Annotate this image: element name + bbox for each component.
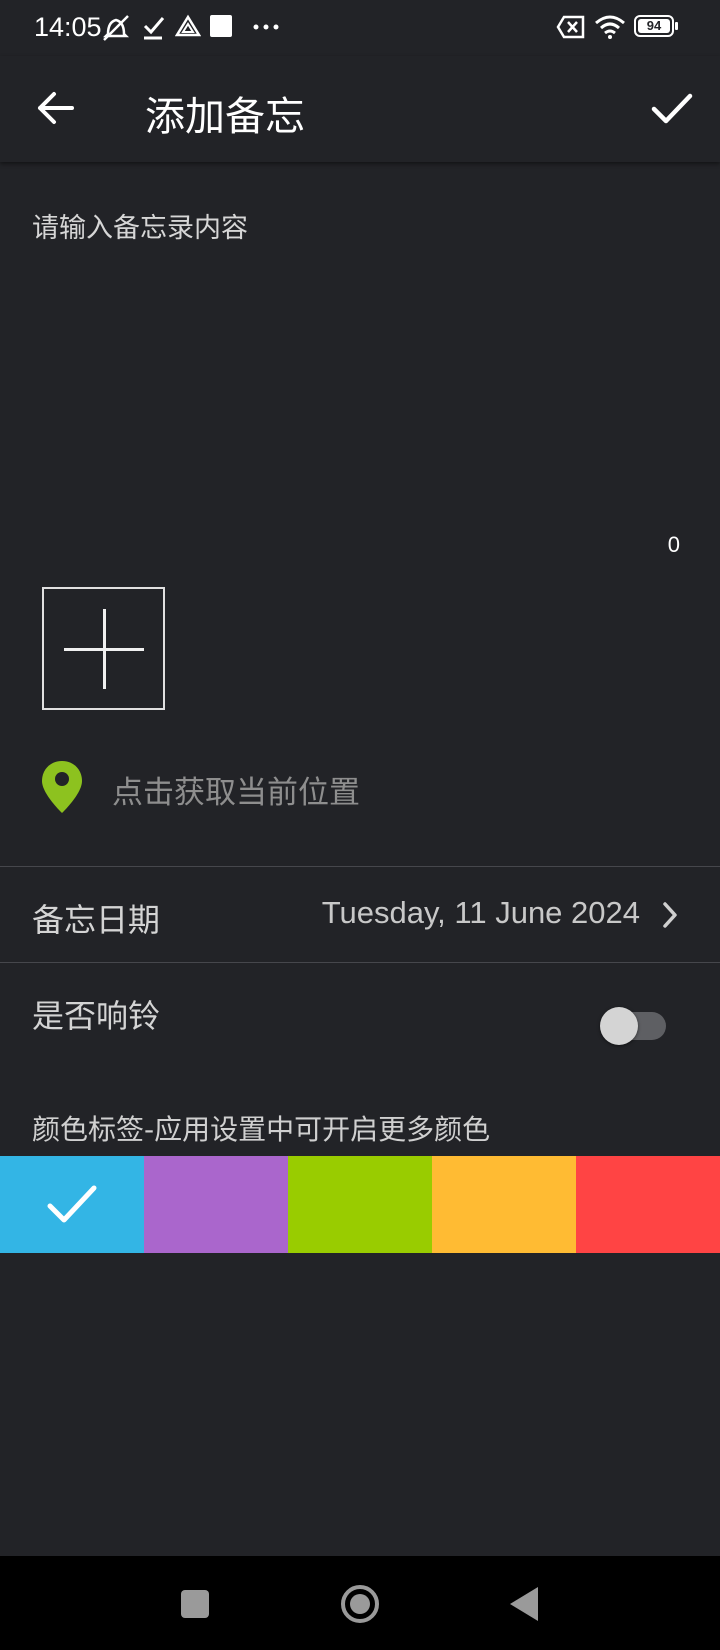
- recents-square-icon[interactable]: [169, 1578, 221, 1630]
- check-icon[interactable]: [648, 84, 696, 132]
- toolbar: 添加备忘: [0, 56, 720, 162]
- square-notification-icon: [210, 15, 232, 37]
- check-icon: [47, 1185, 97, 1223]
- status-time: 14:05: [34, 12, 102, 42]
- ring-row: 是否响铃: [0, 963, 720, 1059]
- wifi-icon: [595, 15, 625, 39]
- get-location-button[interactable]: 点击获取当前位置: [40, 755, 680, 815]
- color-swatch-0[interactable]: [0, 1156, 144, 1253]
- nav-bar: [0, 1556, 720, 1650]
- memo-date-label: 备忘日期: [32, 901, 161, 939]
- chevron-right-icon: [663, 902, 677, 928]
- task-check-icon: [143, 17, 165, 40]
- home-circle-icon[interactable]: [334, 1578, 386, 1630]
- sim-off-icon: [556, 15, 585, 39]
- memo-content-input[interactable]: [32, 206, 682, 506]
- battery-icon: 94: [634, 15, 678, 37]
- arrow-left-icon[interactable]: [32, 84, 80, 132]
- color-swatch-2[interactable]: [288, 1156, 432, 1253]
- memo-date-value: Tuesday, 11 June 2024: [321, 895, 640, 930]
- ring-toggle[interactable]: [600, 1001, 668, 1045]
- ring-label: 是否响铃: [32, 997, 161, 1035]
- color-swatch-1[interactable]: [144, 1156, 288, 1253]
- char-count: 0: [667, 532, 680, 557]
- status-bar: 14:05 94: [0, 0, 720, 56]
- page-title: 添加备忘: [145, 94, 305, 140]
- location-pin-icon: [42, 761, 82, 813]
- add-photo-button[interactable]: [42, 587, 165, 710]
- color-swatches: [0, 1156, 720, 1253]
- battery-level: 94: [646, 18, 662, 33]
- color-swatch-3[interactable]: [432, 1156, 576, 1253]
- more-dots-icon: [253, 24, 279, 30]
- location-text: 点击获取当前位置: [112, 775, 360, 811]
- drive-icon: [175, 14, 201, 37]
- memo-date-row[interactable]: 备忘日期 Tuesday, 11 June 2024: [0, 867, 720, 963]
- color-tag-caption: 颜色标签-应用设置中可开启更多颜色: [32, 1113, 491, 1146]
- color-swatch-4[interactable]: [576, 1156, 720, 1253]
- mute-vibrate-icon: [102, 15, 130, 41]
- back-triangle-icon[interactable]: [500, 1578, 552, 1630]
